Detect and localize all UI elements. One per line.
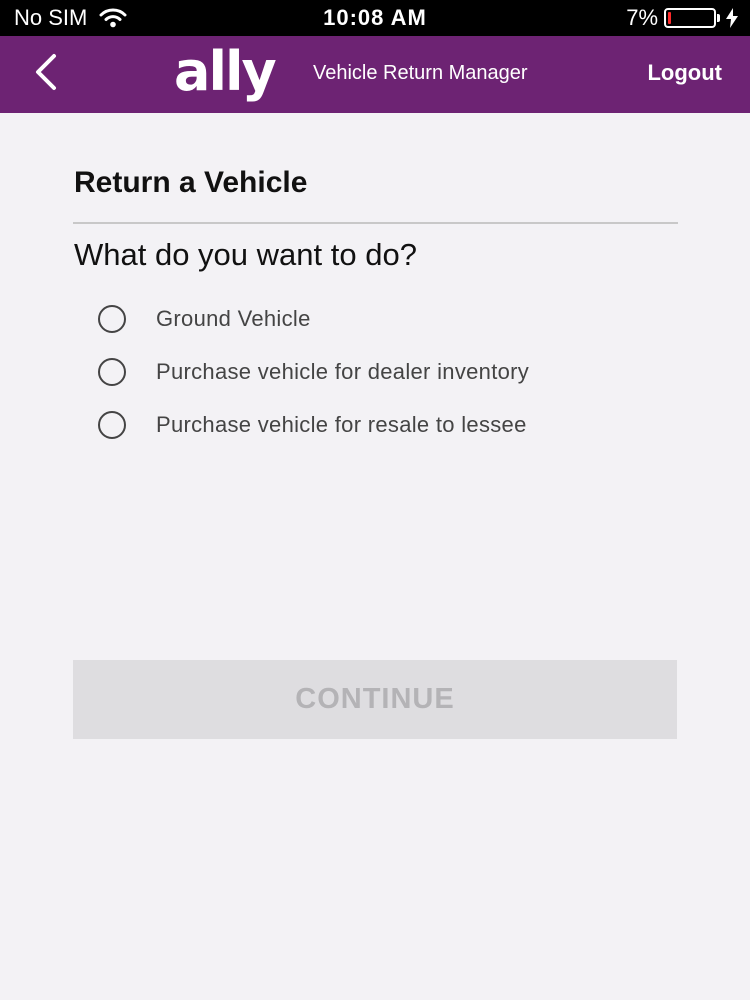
charging-bolt-icon (726, 8, 738, 28)
battery-icon (664, 8, 716, 28)
radio-button[interactable] (98, 304, 126, 333)
chevron-left-icon (36, 54, 56, 90)
option-label: Ground Vehicle (156, 305, 311, 331)
radio-button[interactable] (98, 410, 126, 439)
status-bar: No SIM 10:08 AM 7% (0, 0, 750, 36)
option-purchase-resale-lessee[interactable]: Purchase vehicle for resale to lessee (98, 398, 529, 451)
radio-button[interactable] (98, 357, 126, 386)
option-label: Purchase vehicle for resale to lessee (156, 411, 527, 437)
page-title: Return a Vehicle (74, 166, 308, 199)
battery-fill (668, 12, 671, 24)
header-title: Vehicle Return Manager (313, 62, 528, 84)
app-header: ally Vehicle Return Manager Logout (0, 36, 750, 113)
logout-button[interactable]: Logout (647, 60, 722, 86)
screen: No SIM 10:08 AM 7% ally Vehicle Return M… (0, 0, 750, 1000)
option-label: Purchase vehicle for dealer inventory (156, 358, 530, 384)
battery-cap (717, 14, 720, 22)
return-options: Ground Vehicle Purchase vehicle for deal… (98, 292, 529, 451)
option-ground-vehicle[interactable]: Ground Vehicle (98, 292, 529, 345)
back-button[interactable] (28, 48, 78, 98)
continue-button[interactable]: CONTINUE (73, 660, 677, 739)
status-right: 7% (626, 5, 738, 31)
title-divider (73, 222, 678, 224)
battery-percent: 7% (626, 5, 658, 30)
question-heading: What do you want to do? (74, 237, 417, 272)
option-purchase-dealer-inventory[interactable]: Purchase vehicle for dealer inventory (98, 345, 529, 398)
ally-logo: ally (174, 40, 277, 103)
